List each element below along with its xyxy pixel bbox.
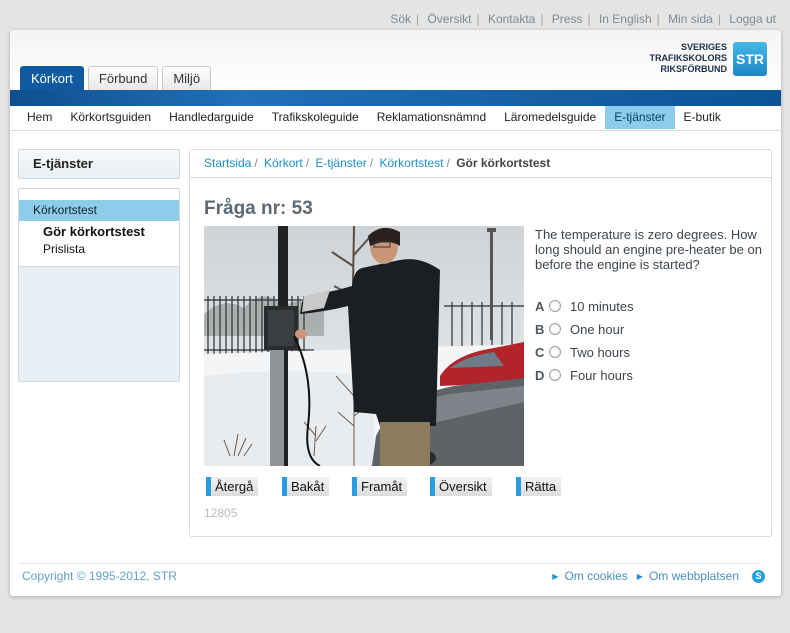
english-link[interactable]: In English xyxy=(599,12,652,26)
breadcrumb-separator: / xyxy=(254,156,258,170)
previous-button[interactable]: Bakåt xyxy=(282,477,330,496)
grade-button[interactable]: Rätta xyxy=(516,477,562,496)
nav-item-reklamationsnamnd[interactable]: Reklamationsnämnd xyxy=(368,106,495,129)
sidebar-title: E-tjänster xyxy=(18,149,180,179)
answer-radio[interactable] xyxy=(549,346,561,358)
answer-letter: B xyxy=(535,321,545,337)
page-card: SVERIGES TRAFIKSKOLORS RIKSFÖRBUND STR K… xyxy=(10,30,781,596)
nav-item-laromedelsguide[interactable]: Läromedelsguide xyxy=(495,106,605,129)
sidebar-item-gor-korkortstest[interactable]: Gör körkortstest xyxy=(43,224,145,239)
breadcrumb-separator: / xyxy=(446,156,450,170)
answer-label: Four hours xyxy=(570,367,633,383)
cookies-link[interactable]: ▶ Om cookies xyxy=(552,569,628,583)
main-nav: Hem Körkortsguiden Handledarguide Trafik… xyxy=(10,106,781,131)
nav-item-trafikskoleguide[interactable]: Trafikskoleguide xyxy=(263,106,368,129)
about-site-link[interactable]: ▶ Om webbplatsen xyxy=(637,569,739,583)
footer-divider xyxy=(20,563,761,564)
answer-radio[interactable] xyxy=(549,323,561,335)
next-button[interactable]: Framåt xyxy=(352,477,408,496)
about-site-link-label: Om webbplatsen xyxy=(648,569,739,583)
my-page-link[interactable]: Min sida xyxy=(668,12,713,26)
sidebar-menu: Körkortstest Gör körkortstest Prislista xyxy=(18,188,180,382)
answer-letter: C xyxy=(535,344,545,360)
sidebar-item-korkortstest[interactable]: Körkortstest xyxy=(19,200,179,221)
logo-mark: STR xyxy=(733,42,767,76)
answer-radio[interactable] xyxy=(549,369,561,381)
tab-miljo[interactable]: Miljö xyxy=(162,66,212,90)
breadcrumb-current: Gör körkortstest xyxy=(456,156,551,170)
overview-button[interactable]: Översikt xyxy=(430,477,492,496)
header-band xyxy=(10,90,781,106)
section-tabs: Körkort Förbund Miljö xyxy=(20,66,215,91)
breadcrumb: Startsida / Körkort / E-tjänster / Körkorts… xyxy=(190,150,771,178)
separator: | xyxy=(656,12,660,26)
breadcrumb-link[interactable]: E-tjänster xyxy=(315,156,366,170)
contact-link[interactable]: Kontakta xyxy=(488,12,535,26)
copyright-text: Copyright © 1995-2012, STR xyxy=(22,569,177,583)
nav-item-handledarguide[interactable]: Handledarguide xyxy=(160,106,263,129)
answer-option-d[interactable]: D Four hours xyxy=(535,366,633,384)
cookies-link-label: Om cookies xyxy=(564,569,628,583)
logo-line: RIKSFÖRBUND xyxy=(660,64,728,74)
breadcrumb-separator: / xyxy=(369,156,374,170)
nav-item-korkortsguiden[interactable]: Körkortsguiden xyxy=(61,106,160,129)
breadcrumb-link[interactable]: Körkort xyxy=(264,156,303,170)
logout-link[interactable]: Logga ut xyxy=(729,12,776,26)
answer-letter: A xyxy=(535,298,545,314)
footer-links: ▶ Om cookies ▶ Om webbplatsen xyxy=(543,569,739,583)
logo-line: TRAFIKSKOLORS xyxy=(649,53,728,63)
tab-forbund[interactable]: Förbund xyxy=(87,66,159,90)
nav-item-hem[interactable]: Hem xyxy=(18,106,61,129)
arrow-right-icon: ▶ xyxy=(636,572,643,581)
separator: | xyxy=(717,12,721,26)
answer-label: Two hours xyxy=(570,344,630,360)
nav-item-e-tjanster[interactable]: E-tjänster xyxy=(605,106,675,129)
answer-option-b[interactable]: B One hour xyxy=(535,320,624,338)
main-content: Startsida / Körkort / E-tjänster / Körkorts… xyxy=(189,149,772,537)
search-link[interactable]: Sök xyxy=(390,12,411,26)
press-link[interactable]: Press xyxy=(552,12,583,26)
answer-option-a[interactable]: A 10 minutes xyxy=(535,297,634,315)
back-to-start-button[interactable]: Återgå xyxy=(206,477,259,496)
separator: | xyxy=(587,12,591,26)
winter-scene-image xyxy=(204,226,524,466)
answer-label: 10 minutes xyxy=(570,298,634,314)
overview-link[interactable]: Översikt xyxy=(427,12,471,26)
skype-icon[interactable]: S xyxy=(752,570,765,583)
breadcrumb-link[interactable]: Körkortstest xyxy=(379,156,443,170)
answer-label: One hour xyxy=(570,321,625,337)
sidebar-item-prislista[interactable]: Prislista xyxy=(43,242,85,256)
question-code: 12805 xyxy=(204,506,238,520)
separator: | xyxy=(416,12,420,26)
utility-links: Sök | Översikt | Kontakta | Press | In Engli… xyxy=(390,12,776,26)
breadcrumb-separator: / xyxy=(305,156,310,170)
separator: | xyxy=(540,12,544,26)
answer-option-c[interactable]: C Two hours xyxy=(535,343,630,361)
separator: | xyxy=(476,12,480,26)
question-text: The temperature is zero degrees. How lon… xyxy=(535,227,762,272)
arrow-right-icon: ▶ xyxy=(552,572,559,581)
question-heading: Fråga nr: 53 xyxy=(204,198,313,219)
question-photo xyxy=(204,226,524,466)
answer-radio[interactable] xyxy=(549,300,561,312)
logo-line: SVERIGES xyxy=(680,42,727,52)
logo-wordmark: SVERIGES TRAFIKSKOLORS RIKSFÖRBUND xyxy=(650,42,728,75)
nav-item-e-butik[interactable]: E-butik xyxy=(675,106,730,129)
breadcrumb-link[interactable]: Startsida xyxy=(204,156,251,170)
tab-korkort[interactable]: Körkort xyxy=(20,66,84,90)
answer-letter: D xyxy=(535,367,545,383)
